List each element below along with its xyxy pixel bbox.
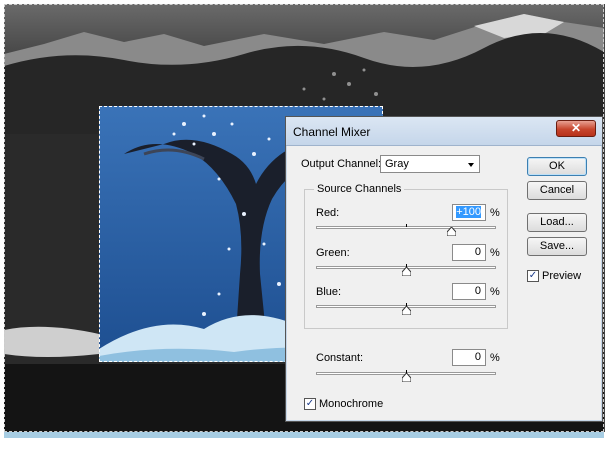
constant-value-text: 0: [474, 351, 481, 363]
close-button[interactable]: ✕: [556, 120, 596, 137]
blue-value-input[interactable]: 0: [452, 283, 486, 300]
constant-percent-label: %: [490, 352, 500, 364]
blue-value-text: 0: [474, 285, 481, 297]
close-icon: ✕: [570, 121, 582, 135]
constant-slider-thumb[interactable]: [402, 373, 411, 382]
red-value-text: +100: [456, 206, 481, 218]
preview-checkbox[interactable]: ✓: [527, 270, 539, 282]
preview-label[interactable]: Preview: [542, 270, 581, 282]
bottom-margin: [0, 438, 605, 452]
red-value-input[interactable]: +100: [452, 204, 486, 221]
blue-label: Blue:: [316, 286, 342, 298]
red-slider-track[interactable]: [316, 224, 496, 229]
red-slider-center-tick: [406, 224, 407, 227]
ok-button[interactable]: OK: [527, 157, 587, 176]
green-slider-thumb[interactable]: [402, 267, 411, 276]
load-button[interactable]: Load...: [527, 213, 587, 232]
source-channels-title: Source Channels: [314, 183, 405, 195]
checkmark-icon: ✓: [528, 270, 538, 281]
output-channel-select[interactable]: Gray: [380, 155, 480, 173]
monochrome-label[interactable]: Monochrome: [319, 398, 383, 410]
monochrome-checkbox[interactable]: ✓: [304, 398, 316, 410]
output-channel-value: Gray: [385, 158, 409, 170]
green-percent-label: %: [490, 247, 500, 259]
output-channel-label: Output Channel:: [301, 158, 382, 170]
checkmark-icon: ✓: [305, 398, 315, 409]
red-label: Red:: [316, 207, 340, 219]
green-label: Green:: [316, 247, 350, 259]
channel-mixer-dialog: Channel Mixer ✕ Output Channel: Gray Sou…: [285, 116, 603, 422]
red-percent-label: %: [490, 207, 500, 219]
chevron-down-icon: [468, 163, 474, 167]
blue-slider-thumb[interactable]: [402, 306, 411, 315]
dialog-titlebar[interactable]: Channel Mixer ✕: [286, 117, 602, 146]
constant-value-input[interactable]: 0: [452, 349, 486, 366]
green-value-input[interactable]: 0: [452, 244, 486, 261]
save-button[interactable]: Save...: [527, 237, 587, 256]
green-value-text: 0: [474, 246, 481, 258]
cancel-button[interactable]: Cancel: [527, 181, 587, 200]
dialog-title: Channel Mixer: [293, 125, 371, 139]
constant-label: Constant:: [316, 352, 364, 364]
red-slider-thumb[interactable]: [447, 227, 456, 236]
blue-percent-label: %: [490, 286, 500, 298]
